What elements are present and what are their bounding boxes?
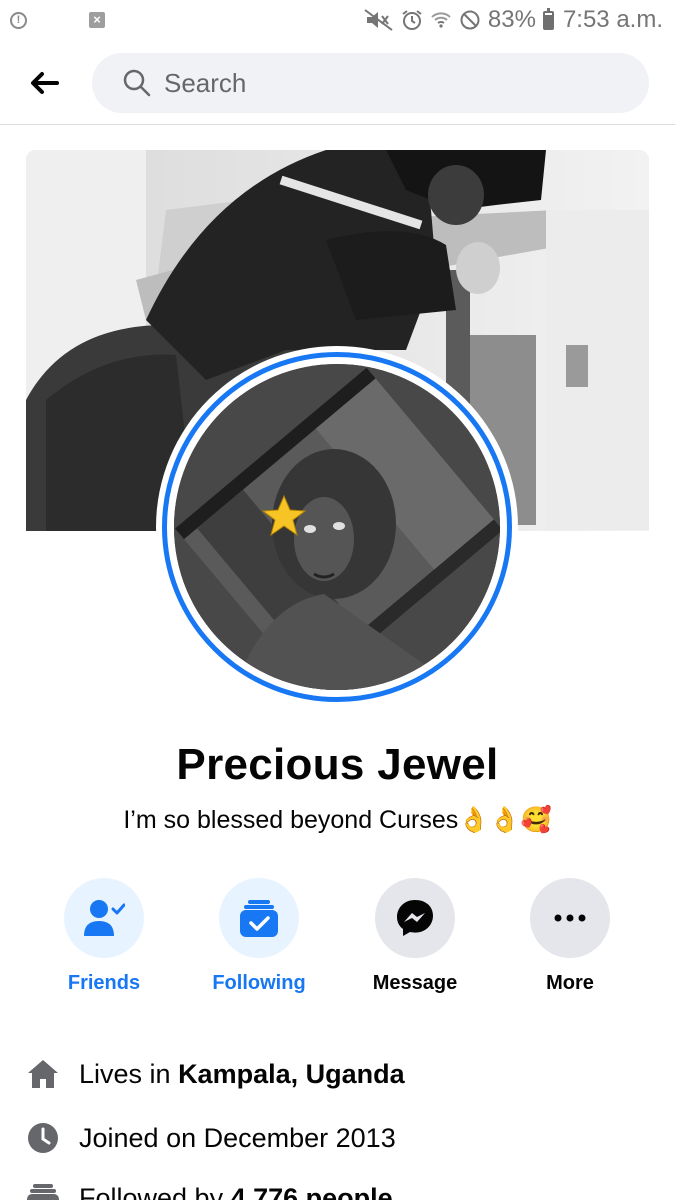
following-check-icon [240, 900, 278, 937]
following-button-circle[interactable] [219, 878, 299, 958]
battery-percentage: 83% [487, 6, 536, 33]
lives-in-location[interactable]: Kampala, Uganda [178, 1059, 405, 1090]
messenger-icon [397, 900, 433, 936]
detail-joined: Joined on December 2013 [26, 1118, 646, 1158]
back-arrow-icon [31, 72, 59, 94]
lives-in-prefix: Lives in [79, 1058, 179, 1089]
following-button[interactable]: Following [194, 878, 324, 995]
profile-page: ! × 83% 7:53 a.m. Search Precious Jewel … [0, 0, 675, 1200]
status-bar: ! × 83% 7:53 a.m. [0, 0, 675, 40]
followed-by-count[interactable]: 4,776 people [231, 1183, 393, 1200]
status-bar-right: 83% 7:53 a.m. [364, 6, 663, 34]
search-icon [123, 69, 151, 97]
message-button-circle[interactable] [375, 878, 455, 958]
info-notification-icon: ! [10, 11, 27, 29]
friends-button-circle[interactable] [64, 878, 144, 958]
more-button-circle[interactable] [530, 878, 610, 958]
close-notification-icon: × [89, 12, 105, 28]
status-time: 7:53 a.m. [562, 6, 663, 33]
search-input[interactable] [164, 67, 604, 99]
top-bar [0, 46, 675, 120]
friends-button[interactable]: Friends [39, 878, 169, 995]
clock-icon [26, 1121, 60, 1155]
profile-photo [174, 364, 500, 690]
header-divider [0, 124, 675, 125]
followers-icon [26, 1181, 60, 1200]
friends-check-icon [84, 900, 125, 936]
more-label: More [546, 972, 594, 994]
profile-name: Precious Jewel [176, 740, 499, 789]
following-label: Following [212, 972, 306, 994]
more-button[interactable]: More [505, 878, 635, 995]
followed-by-prefix: Followed by [79, 1182, 231, 1200]
more-dots-icon [554, 914, 586, 922]
search-bar[interactable] [92, 53, 649, 113]
wifi-icon [430, 9, 452, 31]
joined-text: Joined on December 2013 [79, 1122, 396, 1153]
profile-bio: I’m so blessed beyond Curses👌👌🥰 [123, 806, 552, 834]
home-icon [26, 1057, 60, 1091]
alarm-icon [401, 9, 423, 31]
message-button[interactable]: Message [350, 878, 480, 995]
detail-followed-by: Followed by 4,776 people [26, 1178, 646, 1200]
friends-label: Friends [67, 972, 141, 994]
profile-picture[interactable] [156, 346, 518, 708]
battery-icon [542, 7, 554, 30]
detail-lives-in: Lives in Kampala, Uganda [26, 1054, 646, 1094]
status-bar-left: ! × [10, 11, 105, 29]
profile-actions: Friends Following Message More [0, 878, 675, 998]
mute-icon [364, 9, 394, 31]
do-not-disturb-icon [459, 9, 481, 31]
message-label: Message [372, 972, 458, 994]
back-button[interactable] [22, 66, 66, 100]
